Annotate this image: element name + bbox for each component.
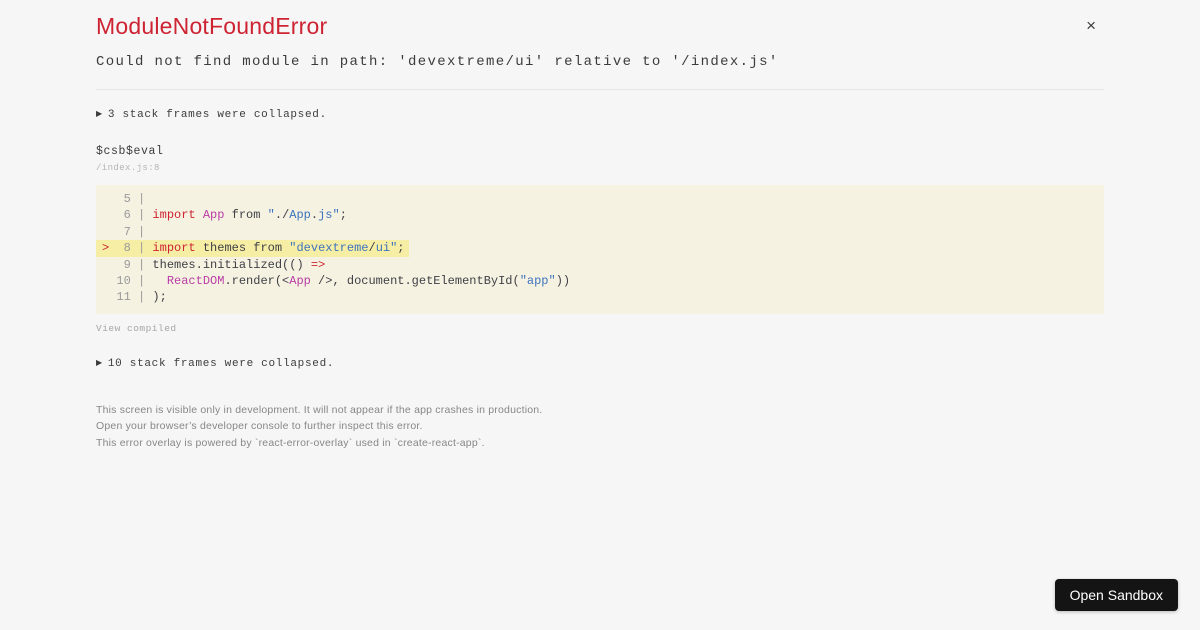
collapsed-frames-label: 10 stack frames were collapsed. [107,357,335,370]
frame-function-name: $csb$eval [96,145,164,158]
stack-collapse-toggle-top[interactable]: ▶ 3 stack frames were collapsed. [96,109,1104,121]
code-line: 6 | import App from "./App.js"; [102,208,347,223]
stack-collapse-toggle-bottom[interactable]: ▶ 10 stack frames were collapsed. [96,358,1104,370]
code-line: > 8 | import themes from "devextreme/ui"… [96,240,1104,257]
code-block: 5 | 6 | import App from "./App.js"; 7 | … [96,185,1104,314]
error-message: Could not find module in path: 'devextre… [96,54,779,70]
error-overlay-header: ModuleNotFoundError × [96,13,1104,39]
open-sandbox-button[interactable]: Open Sandbox [1054,579,1178,611]
header-divider [96,89,1104,90]
collapsed-frames-label: 3 stack frames were collapsed. [107,109,327,121]
error-title: ModuleNotFoundError [96,13,328,39]
footer-note: This screen is visible only in developme… [96,402,1104,451]
code-line: 9 | themes.initialized(() => [102,257,326,272]
collapse-arrow-icon: ▶ [96,109,103,118]
close-button[interactable]: × [1080,13,1102,38]
code-line: 5 | [102,192,153,206]
code-line: 7 | [102,224,153,239]
error-overlay: ModuleNotFoundError × Could not find mod… [0,0,1200,451]
collapse-arrow-icon: ▶ [96,357,103,367]
close-icon: × [1086,16,1096,35]
view-compiled-link[interactable]: View compiled [96,323,1104,334]
code-line: 11 | ); [102,290,167,305]
footer-line-console: Open your browser’s developer console to… [96,420,423,433]
stack-frame: $csb$eval /index.js:8 [96,145,1104,173]
frame-location: /index.js:8 [96,163,160,173]
code-line: 10 | ReactDOM.render(<App />, document.g… [102,274,571,289]
footer-line-powered-by: This error overlay is powered by `react-… [96,436,485,449]
footer-line-development: This screen is visible only in developme… [96,403,543,416]
